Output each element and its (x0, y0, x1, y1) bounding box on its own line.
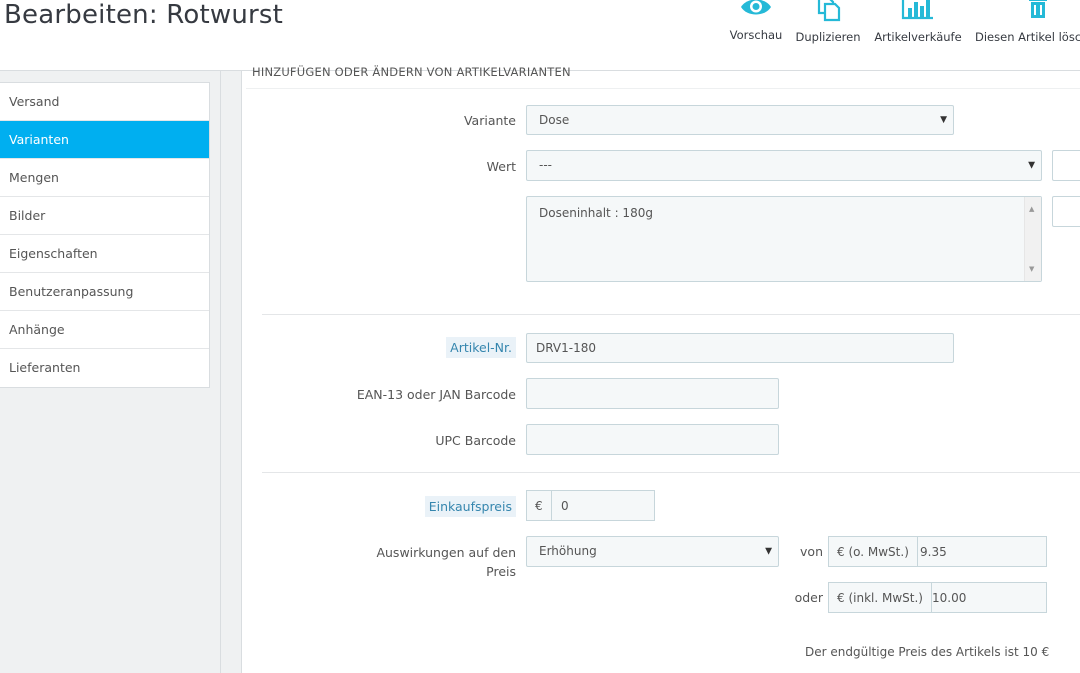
price-impact-select[interactable]: Erhöhung ▼ (526, 536, 779, 567)
delete-button[interactable]: Diesen Artikel lösch (973, 0, 1080, 44)
wholesale-price-label: Einkaufspreis (302, 496, 516, 517)
sidebar-item-mengen[interactable]: Mengen (0, 159, 209, 197)
panel-heading: Hinzufügen oder Ändern von Artikelvarian… (252, 65, 571, 79)
chevron-down-icon: ▼ (765, 546, 772, 556)
ean-label: EAN-13 oder JAN Barcode (356, 387, 516, 402)
wert-select[interactable]: --- ▼ (526, 150, 1042, 181)
remove-attribute-button[interactable] (1052, 196, 1080, 227)
duplicate-button[interactable]: Duplizieren (795, 0, 861, 44)
reference-label: Artikel-Nr. (302, 337, 516, 358)
price-impact-label: Auswirkungen auf den Preis (376, 545, 516, 579)
duplicate-label: Duplizieren (795, 30, 861, 44)
combination-list-item[interactable]: Doseninhalt : 180g (539, 206, 653, 220)
sidebar: Versand Varianten Mengen Bilder Eigensch… (0, 71, 221, 673)
section-divider (262, 472, 1080, 473)
currency-prefix: € (527, 491, 552, 520)
sales-label: Artikelverkäufe (874, 30, 962, 44)
list-scrollbar[interactable]: ▲ ▼ (1024, 197, 1041, 281)
price-impact-value: Erhöhung (539, 544, 597, 558)
reference-value: DRV1-180 (536, 341, 596, 355)
price-incl-value: 10.00 (932, 590, 967, 605)
upc-label: UPC Barcode (435, 433, 516, 448)
sidebar-item-versand[interactable]: Versand (0, 83, 209, 121)
section-divider (262, 314, 1080, 315)
variante-select[interactable]: Dose ▼ (526, 105, 954, 135)
price-incl-input[interactable]: € (inkl. MwSt.) 10.00 (828, 582, 1047, 613)
price-excl-input[interactable]: € (o. MwSt.) 9.35 (828, 536, 1047, 567)
wholesale-price-value: 0 (561, 498, 569, 513)
combination-panel: Hinzufügen oder Ändern von Artikelvarian… (241, 65, 1080, 673)
page-header: Bearbeiten: Rotwurst Vorschau Dupliziere… (0, 0, 1080, 71)
wholesale-price-label-text: Einkaufspreis (424, 496, 516, 517)
bar-chart-icon (901, 0, 933, 20)
sales-button[interactable]: Artikelverkäufe (872, 0, 964, 44)
reference-input[interactable]: DRV1-180 (526, 333, 954, 363)
preview-label: Vorschau (729, 28, 783, 42)
price-incl-prefix: € (inkl. MwSt.) (829, 583, 932, 612)
sidebar-item-bilder[interactable]: Bilder (0, 197, 209, 235)
variante-value: Dose (539, 113, 570, 127)
price-excl-label: von (800, 544, 823, 559)
final-price-note: Der endgültige Preis des Artikels ist 10… (805, 645, 1050, 659)
price-incl-label: oder (794, 590, 823, 605)
wert-label: Wert (486, 159, 516, 174)
trash-icon (1029, 0, 1047, 18)
chevron-down-icon: ▼ (940, 115, 947, 125)
scroll-up-icon[interactable]: ▲ (1029, 201, 1034, 217)
sidebar-item-lieferanten[interactable]: Lieferanten (0, 349, 209, 387)
page-title: Bearbeiten: Rotwurst (4, 0, 284, 30)
reference-label-text: Artikel-Nr. (446, 337, 516, 358)
ean-input[interactable] (526, 378, 779, 409)
add-attribute-button[interactable] (1052, 150, 1080, 181)
wert-value: --- (539, 158, 552, 172)
price-excl-prefix: € (o. MwSt.) (829, 537, 918, 566)
duplicate-icon (817, 0, 841, 22)
sidebar-item-benutzeranpassung[interactable]: Benutzeranpassung (0, 273, 209, 311)
sidebar-item-eigenschaften[interactable]: Eigenschaften (0, 235, 209, 273)
wholesale-price-input[interactable]: € 0 (526, 490, 655, 521)
sidebar-item-varianten[interactable]: Varianten (0, 121, 209, 159)
scroll-down-icon[interactable]: ▼ (1029, 261, 1034, 277)
sidebar-menu: Versand Varianten Mengen Bilder Eigensch… (0, 82, 210, 388)
combination-list[interactable]: Doseninhalt : 180g ▲ ▼ (526, 196, 1042, 282)
eye-icon (741, 0, 771, 15)
upc-input[interactable] (526, 424, 779, 455)
chevron-down-icon: ▼ (1028, 160, 1035, 170)
preview-button[interactable]: Vorschau (727, 0, 785, 42)
variante-label: Variante (463, 113, 516, 128)
price-excl-value: 9.35 (920, 544, 947, 559)
delete-label: Diesen Artikel lösch (975, 30, 1080, 44)
heading-divider (246, 88, 1080, 89)
sidebar-item-anhaenge[interactable]: Anhänge (0, 311, 209, 349)
